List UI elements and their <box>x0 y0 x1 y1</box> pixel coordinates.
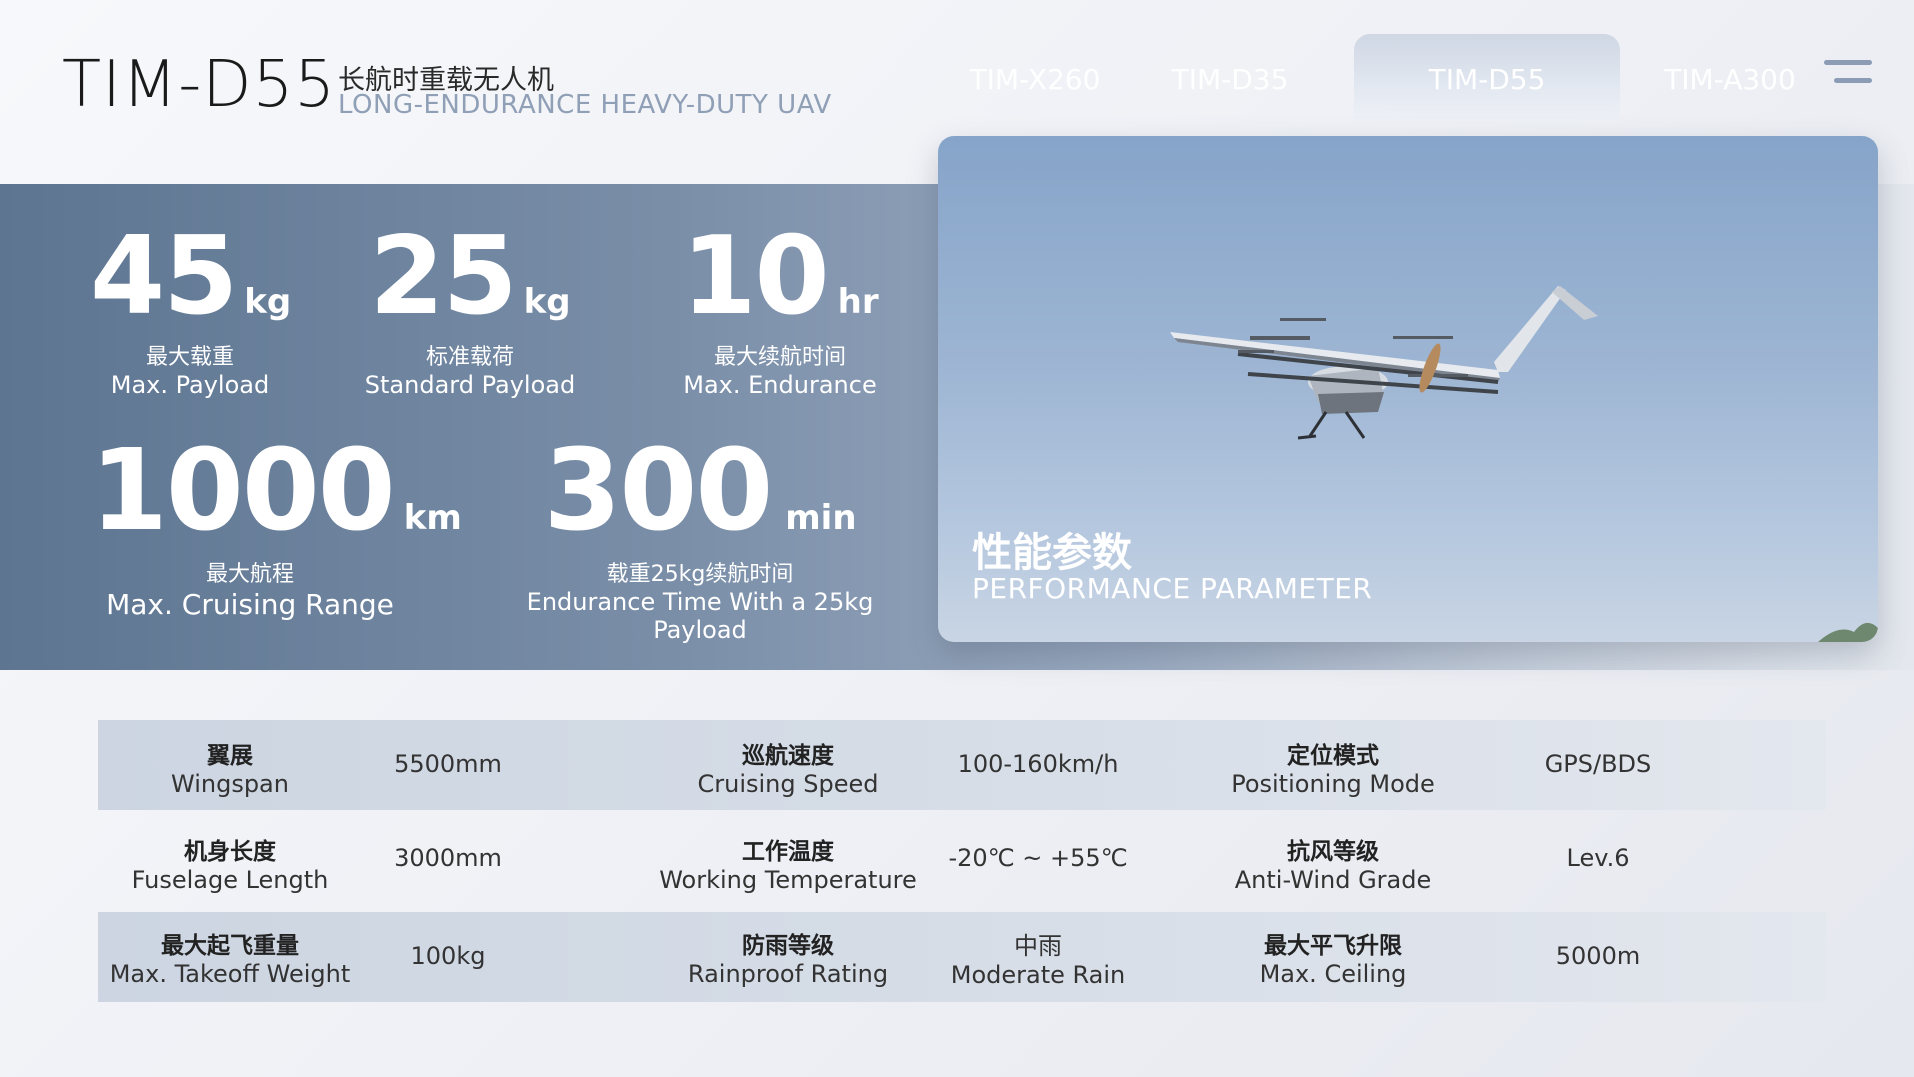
tab-tim-a300[interactable]: TIM-A300 <box>1630 34 1830 124</box>
stat-label-cn: 载重25kg续航时间 <box>606 562 794 587</box>
stat-unit: kg <box>523 282 571 322</box>
spec-label: 机身长度 Fuselage Length <box>98 832 362 894</box>
tab-tim-d35[interactable]: TIM-D35 <box>1140 34 1320 124</box>
spec-label-cn: 防雨等级 <box>742 933 834 959</box>
tab-tim-x260[interactable]: TIM-X260 <box>940 34 1130 124</box>
stat-value: 25 <box>369 214 517 339</box>
stat-label-cn: 最大载重 <box>145 345 234 370</box>
stat-max-range: 1000 km 最大航程 Max. Cruising Range <box>90 426 462 621</box>
spec-label-cn: 最大起飞重量 <box>161 933 299 959</box>
stat-label-en: Max. Cruising Range <box>106 588 394 621</box>
stat-label-cn: 标准载荷 <box>425 345 514 370</box>
stat-value: 10 <box>681 214 829 339</box>
model-tabs: TIM-X260 TIM-D35 TIM-D55 TIM-A300 <box>940 34 1796 124</box>
stat-value: 45 <box>90 214 238 339</box>
spec-label-cn: 定位模式 <box>1287 743 1379 769</box>
spec-value: 3000mm <box>394 844 502 872</box>
spec-label: 抗风等级 Anti-Wind Grade <box>1198 832 1468 894</box>
stat-label-en: Endurance Time With a 25kg Payload <box>526 588 874 644</box>
stat-payload-endurance: 300 min 载重25kg续航时间 Endurance Time With a … <box>490 426 910 644</box>
subtitle-en: LONG-ENDURANCE HEAVY-DUTY UAV <box>338 90 832 120</box>
spec-value: 中雨 Moderate Rain <box>928 926 1148 989</box>
stat-label-en: Max. Endurance <box>683 371 877 399</box>
spec-value: Lev.6 <box>1566 844 1630 872</box>
spec-value: -20℃ ~ +55℃ <box>948 844 1128 872</box>
spec-label-cn: 巡航速度 <box>742 743 834 769</box>
spec-label: 翼展 Wingspan <box>98 736 362 798</box>
stat-standard-payload: 25 kg 标准载荷 Standard Payload <box>360 214 580 399</box>
spec-value: 5000m <box>1555 942 1641 970</box>
spec-value-cn: 中雨 <box>1014 932 1062 960</box>
stat-unit: min <box>785 498 857 538</box>
spec-label-en: Anti-Wind Grade <box>1234 866 1432 894</box>
spec-label-cn: 机身长度 <box>184 839 276 865</box>
stat-label-en: Standard Payload <box>364 371 576 399</box>
spec-label-en: Rainproof Rating <box>687 960 889 988</box>
menu-icon[interactable] <box>1824 60 1872 88</box>
uav-photo: 性能参数 PERFORMANCE PARAMETER <box>938 136 1878 642</box>
stat-label-cn: 最大航程 <box>205 562 294 587</box>
spec-label: 最大平飞升限 Max. Ceiling <box>1198 926 1468 988</box>
stat-value: 1000 <box>90 426 396 556</box>
stat-label-cn: 最大续航时间 <box>713 345 846 370</box>
spec-value: GPS/BDS <box>1544 750 1652 778</box>
spec-label-cn: 抗风等级 <box>1287 839 1379 865</box>
section-title-en: PERFORMANCE PARAMETER <box>972 572 1373 605</box>
spec-value-en: Moderate Rain <box>950 961 1126 989</box>
spec-label-en: Wingspan <box>171 770 289 798</box>
spec-label: 最大起飞重量 Max. Takeoff Weight <box>98 926 362 988</box>
spec-label: 防雨等级 Rainproof Rating <box>658 926 918 988</box>
stat-max-payload: 45 kg 最大载重 Max. Payload <box>90 214 292 399</box>
stat-unit: kg <box>244 282 292 322</box>
drone-graphic <box>1170 286 1598 440</box>
table-row: 翼展 Wingspan 5500mm 巡航速度 Cruising Speed 1… <box>98 720 1826 810</box>
spec-label-en: Positioning Mode <box>1231 770 1435 798</box>
stat-value: 300 <box>543 426 773 556</box>
spec-label-en: Fuselage Length <box>131 866 329 894</box>
stat-max-endurance: 10 hr 最大续航时间 Max. Endurance <box>670 214 890 399</box>
spec-label: 工作温度 Working Temperature <box>658 832 918 894</box>
table-row: 最大起飞重量 Max. Takeoff Weight 100kg 防雨等级 Ra… <box>98 912 1826 1002</box>
page-title: TIM-D55 <box>62 48 336 122</box>
stat-label-en: Max. Payload <box>110 371 270 399</box>
spec-label-en: Working Temperature <box>659 866 917 894</box>
spec-label: 定位模式 Positioning Mode <box>1198 736 1468 798</box>
spec-label-cn: 翼展 <box>207 743 253 769</box>
spec-value: 100-160km/h <box>957 750 1119 778</box>
spec-label-cn: 工作温度 <box>742 839 834 865</box>
spec-label-en: Max. Ceiling <box>1259 960 1407 988</box>
tab-tim-d55[interactable]: TIM-D55 <box>1354 34 1620 124</box>
spec-label-cn: 最大平飞升限 <box>1264 933 1402 959</box>
stat-unit: km <box>403 498 462 538</box>
spec-value: 5500mm <box>394 750 502 778</box>
table-row: 机身长度 Fuselage Length 3000mm 工作温度 Working… <box>98 810 1826 906</box>
spec-label-en: Max. Takeoff Weight <box>109 960 351 988</box>
section-title-cn: 性能参数 <box>972 530 1132 576</box>
spec-label: 巡航速度 Cruising Speed <box>658 736 918 798</box>
stat-unit: hr <box>837 282 879 322</box>
spec-value: 100kg <box>410 942 486 970</box>
spec-label-en: Cruising Speed <box>697 770 879 798</box>
